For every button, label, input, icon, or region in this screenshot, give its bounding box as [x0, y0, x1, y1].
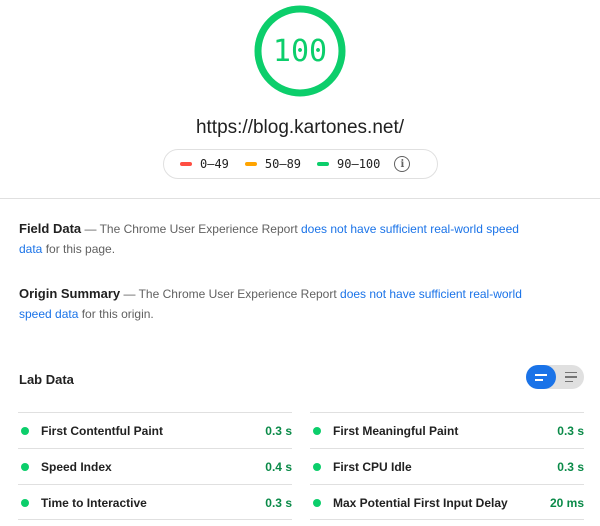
field-data-text-after: for this page.	[42, 242, 116, 256]
metric-label: Max Potential First Input Delay	[333, 495, 508, 510]
metric-label: Speed Index	[41, 459, 112, 474]
metric-max-potential-fid: Max Potential First Input Delay 20 ms	[310, 484, 584, 520]
metric-label: Time to Interactive	[41, 495, 147, 510]
pass-dot-icon	[21, 462, 29, 471]
metric-value: 0.3 s	[265, 495, 292, 510]
origin-summary-title: Origin Summary	[19, 286, 121, 301]
legend-label-pass: 90–100	[337, 157, 381, 171]
field-data-section: Field Data — The Chrome User Experience …	[19, 219, 539, 259]
legend-item-fail: 0–49	[180, 157, 229, 171]
metrics-bottom-divider-left	[18, 519, 292, 520]
origin-summary-text-after: for this origin.	[78, 307, 154, 321]
metric-first-cpu-idle: First CPU Idle 0.3 s	[310, 448, 584, 484]
metric-value: 0.3 s	[265, 423, 292, 438]
metric-speed-index: Speed Index 0.4 s	[18, 448, 292, 484]
expanded-view-icon[interactable]	[558, 365, 584, 389]
origin-summary-text-before: — The Chrome User Experience Report	[120, 287, 341, 301]
lab-data-title: Lab Data	[19, 372, 74, 387]
metric-label: First CPU Idle	[333, 459, 412, 474]
audited-url: https://blog.kartones.net/	[195, 117, 405, 138]
metric-value: 20 ms	[549, 495, 584, 510]
legend-bar-fail	[180, 162, 192, 166]
metrics-bottom-divider-right	[310, 519, 584, 520]
legend-bar-pass	[317, 162, 330, 166]
pass-dot-icon	[21, 426, 29, 435]
compact-view-icon[interactable]	[526, 365, 556, 389]
pass-dot-icon	[313, 426, 321, 435]
view-toggle[interactable]	[526, 365, 584, 389]
score-legend: 0–49 50–89 90–100 i	[163, 149, 438, 179]
metric-value: 0.3 s	[557, 423, 584, 438]
metric-label: First Meaningful Paint	[333, 423, 459, 438]
legend-label-average: 50–89	[264, 157, 302, 171]
pass-dot-icon	[313, 462, 321, 471]
metric-time-to-interactive: Time to Interactive 0.3 s	[18, 484, 292, 520]
pass-dot-icon	[313, 498, 321, 507]
legend-item-average: 50–89	[244, 157, 302, 171]
pass-dot-icon	[21, 498, 29, 507]
metric-value: 0.4 s	[265, 459, 292, 474]
metric-value: 0.3 s	[557, 459, 584, 474]
metric-label: First Contentful Paint	[41, 423, 163, 438]
field-data-title: Field Data	[19, 221, 82, 236]
field-data-text-before: — The Chrome User Experience Report	[81, 222, 301, 236]
section-divider	[0, 198, 600, 199]
legend-item-pass: 90–100	[317, 157, 380, 171]
score-value: 100	[272, 33, 328, 69]
info-icon[interactable]: i	[394, 156, 411, 172]
metric-first-meaningful-paint: First Meaningful Paint 0.3 s	[310, 412, 584, 448]
legend-bar-average	[244, 162, 257, 166]
score-gauge: 100	[253, 4, 347, 98]
origin-summary-section: Origin Summary — The Chrome User Experie…	[19, 284, 539, 324]
legend-label-fail: 0–49	[200, 157, 229, 171]
metric-first-contentful-paint: First Contentful Paint 0.3 s	[18, 412, 292, 448]
